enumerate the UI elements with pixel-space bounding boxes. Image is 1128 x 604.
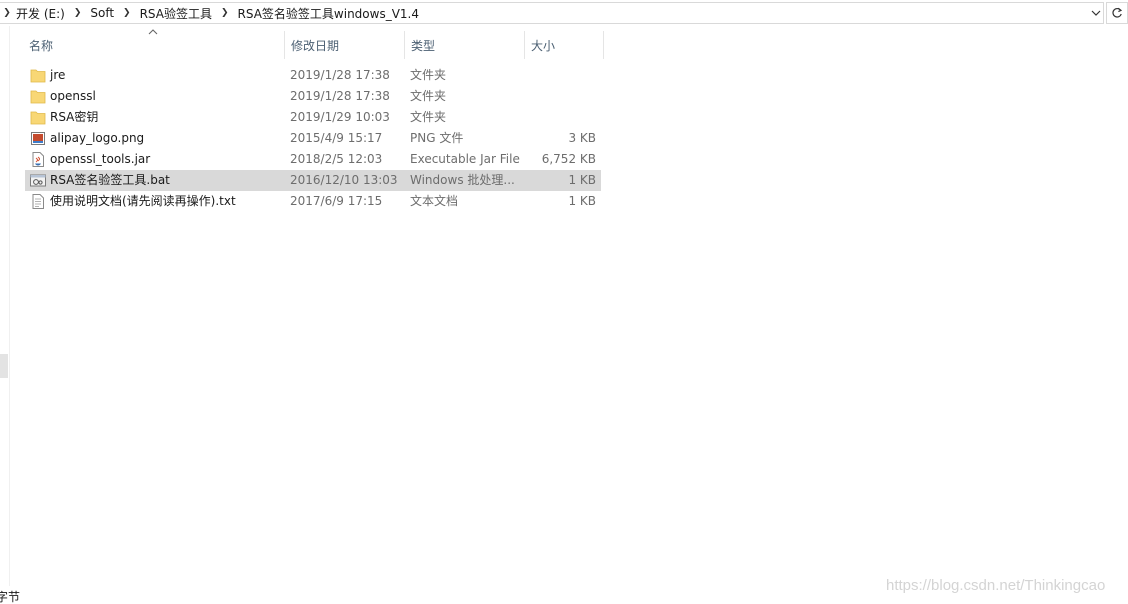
breadcrumb-item-current-folder[interactable]: RSA签名验签工具windows_V1.4 — [236, 5, 421, 22]
chevron-right-icon[interactable]: ❯ — [67, 8, 89, 18]
navigation-pane — [0, 26, 10, 586]
file-name: RSA密钥 — [50, 110, 99, 124]
file-type: 文件夹 — [410, 68, 447, 82]
file-date: 2017/6/9 17:15 — [290, 194, 383, 208]
file-date: 2019/1/28 17:38 — [290, 68, 390, 82]
file-row[interactable]: jre 2019/1/28 17:38 文件夹 — [25, 65, 601, 86]
file-type: 文本文档 — [410, 194, 459, 208]
file-type: Executable Jar File — [410, 152, 520, 166]
file-type: PNG 文件 — [410, 131, 464, 145]
refresh-icon — [1112, 7, 1123, 18]
address-bar: ❯ 开发 (E:) ❯ Soft ❯ RSA验签工具 ❯ RSA签名验签工具wi… — [0, 0, 1128, 26]
chevron-right-icon[interactable]: ❯ — [0, 8, 14, 18]
file-size: 1 KB — [568, 194, 596, 208]
chevron-right-icon[interactable]: ❯ — [214, 8, 236, 18]
column-header-size-label: 大小 — [531, 38, 556, 53]
column-header-date-label: 修改日期 — [291, 38, 340, 53]
column-header-type[interactable]: 类型 — [404, 31, 524, 59]
breadcrumb[interactable]: ❯ 开发 (E:) ❯ Soft ❯ RSA验签工具 ❯ RSA签名验签工具wi… — [0, 2, 1104, 24]
file-row[interactable]: 使用说明文档(请先阅读再操作).txt 2017/6/9 17:15 文本文档 … — [25, 191, 601, 212]
folder-icon — [30, 110, 46, 125]
file-date: 2018/2/5 12:03 — [290, 152, 383, 166]
file-row[interactable]: openssl_tools.jar 2018/2/5 12:03 Executa… — [25, 149, 601, 170]
chevron-right-icon[interactable]: ❯ — [116, 8, 138, 18]
breadcrumb-item-drive[interactable]: 开发 (E:) — [14, 5, 67, 22]
file-name: openssl — [50, 89, 96, 103]
file-row[interactable]: openssl 2019/1/28 17:38 文件夹 — [25, 86, 601, 107]
file-name: RSA签名验签工具.bat — [50, 173, 170, 187]
file-date: 2015/4/9 15:17 — [290, 131, 383, 145]
text-file-icon — [30, 194, 46, 209]
breadcrumb-item-rsa-tool[interactable]: RSA验签工具 — [138, 5, 214, 22]
file-name: 使用说明文档(请先阅读再操作).txt — [50, 194, 236, 208]
column-header-size[interactable]: 大小 — [524, 31, 604, 59]
file-size: 1 KB — [568, 173, 596, 187]
status-bar-text: 字节 — [0, 590, 21, 604]
file-list: jre 2019/1/28 17:38 文件夹 openssl 2019/1/2… — [25, 65, 601, 212]
refresh-button[interactable] — [1106, 2, 1128, 24]
file-type: 文件夹 — [410, 110, 447, 124]
column-headers: 名称 修改日期 类型 大小 — [24, 29, 604, 59]
folder-icon — [30, 68, 46, 83]
column-header-name-label: 名称 — [29, 38, 54, 53]
file-type: 文件夹 — [410, 89, 447, 103]
watermark: https://blog.csdn.net/Thinkingcao — [886, 577, 1106, 594]
file-name: jre — [50, 68, 66, 82]
file-name: alipay_logo.png — [50, 131, 145, 145]
file-date: 2016/12/10 13:03 — [290, 173, 398, 187]
navigation-scrollbar-thumb[interactable] — [0, 354, 8, 378]
breadcrumb-item-soft[interactable]: Soft — [88, 6, 116, 20]
file-size: 6,752 KB — [541, 152, 596, 166]
file-name: openssl_tools.jar — [50, 152, 151, 166]
column-header-date[interactable]: 修改日期 — [284, 31, 404, 59]
file-row-selected[interactable]: RSA签名验签工具.bat 2016/12/10 13:03 Windows 批… — [25, 170, 601, 191]
column-header-name[interactable]: 名称 — [24, 31, 284, 59]
file-row[interactable]: alipay_logo.png 2015/4/9 15:17 PNG 文件 3 … — [25, 128, 601, 149]
file-date: 2019/1/29 10:03 — [290, 110, 390, 124]
file-row[interactable]: RSA密钥 2019/1/29 10:03 文件夹 — [25, 107, 601, 128]
file-size: 3 KB — [568, 131, 596, 145]
file-date: 2019/1/28 17:38 — [290, 89, 390, 103]
batch-file-icon — [30, 173, 46, 188]
image-file-icon — [30, 131, 46, 146]
java-file-icon — [30, 152, 46, 167]
file-type: Windows 批处理... — [410, 173, 515, 187]
chevron-down-icon[interactable] — [1090, 5, 1102, 21]
column-header-type-label: 类型 — [411, 38, 436, 53]
folder-icon — [30, 89, 46, 104]
